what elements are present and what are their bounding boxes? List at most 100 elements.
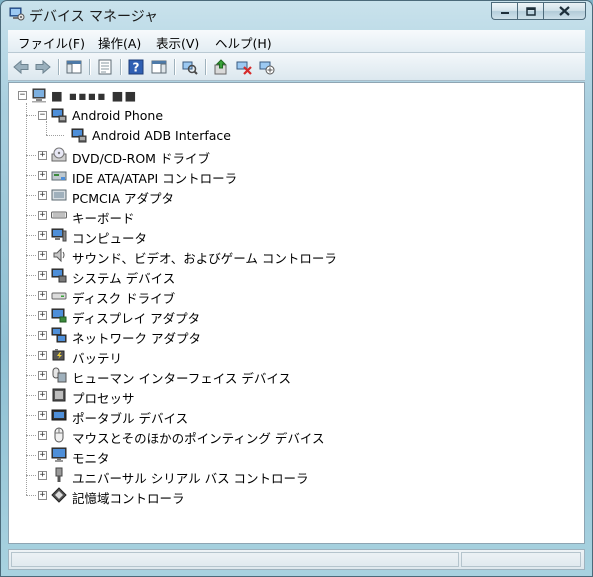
properties-icon (98, 59, 112, 75)
expand-toggle[interactable]: + (38, 351, 47, 360)
tree-item-sound-video-game-controllers[interactable]: + サウンド、ビデオ、およびゲーム コントローラ (9, 246, 569, 266)
expand-toggle[interactable]: + (38, 231, 47, 240)
expand-toggle[interactable]: + (38, 391, 47, 400)
collapse-toggle[interactable]: − (38, 111, 47, 120)
tree-item-mice-pointing-devices[interactable]: + マウスとそのほかのポインティング デバイス (9, 426, 569, 446)
expand-toggle[interactable]: + (38, 491, 47, 500)
tree-item-label: IDE ATA/ATAPI コントローラ (72, 171, 238, 186)
properties-button[interactable] (95, 57, 115, 77)
tree-item-disk-drives[interactable]: + ディスク ドライブ (9, 286, 569, 306)
menu-file[interactable]: ファイル(F) (18, 33, 85, 52)
tree-item-portable-devices[interactable]: + ポータブル デバイス (9, 406, 569, 426)
tree-item-label: システム デバイス (72, 271, 176, 286)
tree-root[interactable]: − ■ ▪▪▪▪ ■■ (9, 86, 569, 104)
tree-connector (26, 115, 36, 116)
expand-toggle[interactable]: + (38, 171, 47, 180)
expand-toggle[interactable]: + (38, 271, 47, 280)
caption-buttons (491, 2, 586, 21)
uninstall-button[interactable] (234, 57, 254, 77)
expand-toggle[interactable]: + (38, 431, 47, 440)
close-button[interactable] (543, 2, 586, 20)
back-button[interactable] (11, 57, 31, 77)
tree-item-monitors[interactable]: + モニタ (9, 446, 569, 466)
disable-device-icon (259, 61, 275, 75)
tree-item-display-adapters[interactable]: + ディスプレイ アダプタ (9, 306, 569, 326)
speaker-icon (53, 247, 65, 263)
toolbar-separator (174, 59, 176, 75)
expand-toggle[interactable]: + (38, 471, 47, 480)
update-driver-button[interactable] (211, 57, 231, 77)
tree-item-label: ユニバーサル シリアル バス コントローラ (72, 471, 309, 486)
tree-item-label: ポータブル デバイス (72, 411, 189, 426)
tree-item-batteries[interactable]: + バッテリ (9, 346, 569, 366)
menu-action[interactable]: 操作(A) (98, 33, 141, 52)
maximize-icon (525, 6, 536, 16)
expand-toggle[interactable]: + (38, 151, 47, 160)
tree-item-android-adb-interface[interactable]: Android ADB Interface (9, 126, 569, 144)
tree-connector (26, 235, 36, 236)
menu-help[interactable]: ヘルプ(H) (215, 33, 272, 52)
minimize-button[interactable] (491, 2, 517, 20)
expand-toggle[interactable]: + (38, 191, 47, 200)
tree-item-label: DVD/CD-ROM ドライブ (72, 151, 210, 166)
action-pane-button[interactable] (149, 57, 169, 77)
tree-item-label: サウンド、ビデオ、およびゲーム コントローラ (72, 251, 337, 266)
expand-toggle[interactable]: + (38, 331, 47, 340)
toolbar-separator (58, 59, 60, 75)
toolbar-separator (89, 59, 91, 75)
expand-toggle[interactable]: + (38, 211, 47, 220)
maximize-button[interactable] (517, 2, 543, 20)
tree-item-processors[interactable]: + プロセッサ (9, 386, 569, 406)
pcmcia-adapter-icon (51, 189, 67, 201)
tree-root-label: ■ ▪▪▪▪ ■■ (51, 88, 138, 103)
scan-hardware-button[interactable] (180, 57, 200, 77)
tree-connector (26, 215, 36, 216)
tree-item-pcmcia-adapters[interactable]: + PCMCIA アダプタ (9, 186, 569, 206)
tree-connector (26, 295, 36, 296)
device-manager-icon (9, 7, 25, 21)
device-tree[interactable]: − ■ ▪▪▪▪ ■■ − Android Phone Android ADB … (8, 82, 585, 544)
tree-item-label: プロセッサ (72, 391, 135, 406)
title-bar[interactable]: デバイス マネージャ (1, 1, 592, 29)
expand-toggle[interactable]: + (38, 251, 47, 260)
tree-item-storage-controllers[interactable]: + 記憶域コントローラ (9, 486, 569, 506)
scan-hardware-icon (182, 61, 198, 75)
expand-toggle[interactable]: + (38, 311, 47, 320)
tree-item-dvd-cdrom-drives[interactable]: + DVD/CD-ROM ドライブ (9, 146, 569, 166)
help-button[interactable]: ? (126, 57, 146, 77)
forward-button[interactable] (33, 57, 53, 77)
processor-icon (52, 388, 66, 402)
tree-item-label: キーボード (72, 211, 135, 226)
window-title: デバイス マネージャ (29, 9, 159, 25)
disable-device-button[interactable] (257, 57, 277, 77)
tree-item-ide-controllers[interactable]: + IDE ATA/ATAPI コントローラ (9, 166, 569, 186)
console-tree-button[interactable] (64, 57, 84, 77)
tree-item-android-phone[interactable]: − Android Phone (9, 106, 569, 124)
tree-connector (26, 255, 36, 256)
update-driver-icon (214, 59, 227, 75)
expand-toggle[interactable]: + (38, 371, 47, 380)
action-pane-icon (151, 60, 167, 74)
tree-item-label: コンピュータ (72, 231, 148, 246)
tree-item-human-interface-devices[interactable]: + ヒューマン インターフェイス デバイス (9, 366, 569, 386)
keyboard-icon (51, 211, 67, 219)
tree-item-network-adapters[interactable]: + ネットワーク アダプタ (9, 326, 569, 346)
tree-item-label: ネットワーク アダプタ (72, 331, 201, 346)
expand-toggle[interactable]: + (38, 411, 47, 420)
tree-item-keyboards[interactable]: + キーボード (9, 206, 569, 226)
tree-connector (26, 495, 36, 496)
expand-toggle[interactable]: + (38, 291, 47, 300)
expand-toggle[interactable]: + (38, 451, 47, 460)
usb-icon (55, 467, 63, 482)
monitor-icon (51, 447, 67, 462)
menu-view[interactable]: 表示(V) (156, 33, 199, 52)
tree-item-usb-controllers[interactable]: + ユニバーサル シリアル バス コントローラ (9, 466, 569, 486)
collapse-toggle[interactable]: − (18, 91, 27, 100)
tree-item-system-devices[interactable]: + システム デバイス (9, 266, 569, 286)
tree-item-label: モニタ (72, 451, 110, 466)
toolbar: ? (8, 53, 585, 81)
tree-connector (26, 315, 36, 316)
tree-item-label: ディスク ドライブ (72, 291, 176, 306)
tree-item-computer[interactable]: + コンピュータ (9, 226, 569, 246)
toolbar-separator (120, 59, 122, 75)
